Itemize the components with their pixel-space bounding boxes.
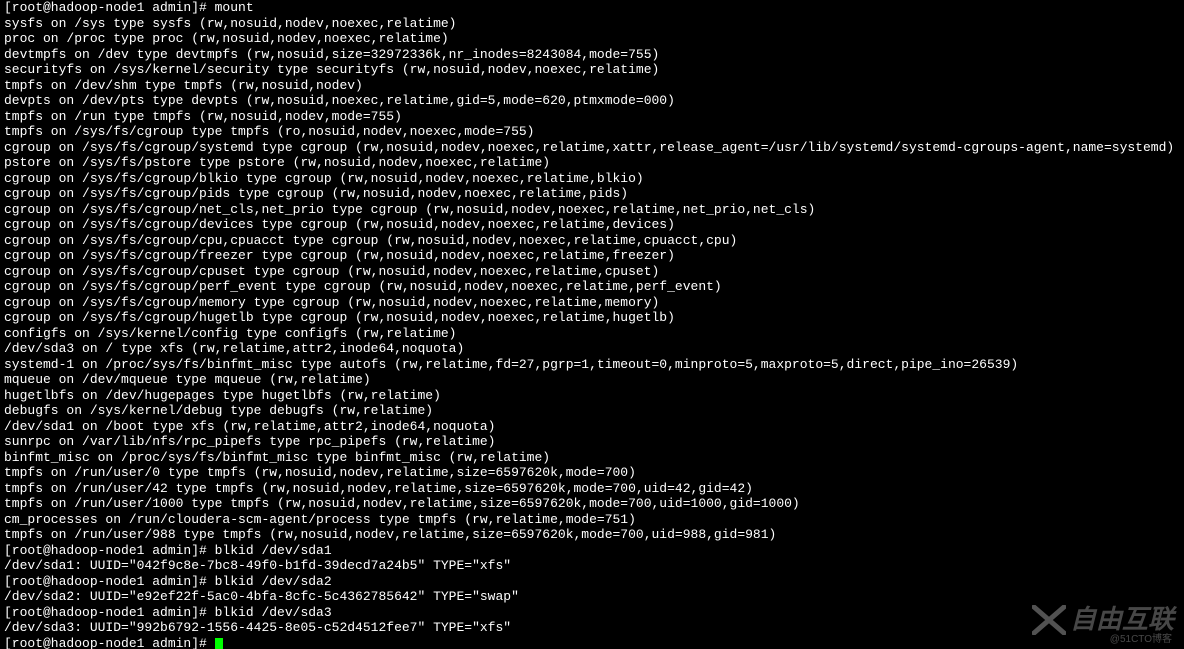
mount-output-line: tmpfs on /run/user/988 type tmpfs (rw,no… (4, 527, 1180, 543)
mount-output-line: debugfs on /sys/kernel/debug type debugf… (4, 403, 1180, 419)
mount-output-line: proc on /proc type proc (rw,nosuid,nodev… (4, 31, 1180, 47)
mount-output-line: cgroup on /sys/fs/cgroup/memory type cgr… (4, 295, 1180, 311)
mount-output-line: tmpfs on /sys/fs/cgroup type tmpfs (ro,n… (4, 124, 1180, 140)
mount-output-line: cgroup on /sys/fs/cgroup/systemd type cg… (4, 140, 1180, 156)
mount-output-line: pstore on /sys/fs/pstore type pstore (rw… (4, 155, 1180, 171)
mount-output-line: cgroup on /sys/fs/cgroup/cpu,cpuacct typ… (4, 233, 1180, 249)
mount-output-line: cgroup on /sys/fs/cgroup/net_cls,net_pri… (4, 202, 1180, 218)
prompt-blkid-sda2: [root@hadoop-node1 admin]# blkid /dev/sd… (4, 574, 1180, 590)
mount-output-line: cgroup on /sys/fs/cgroup/cpuset type cgr… (4, 264, 1180, 280)
mount-output-line: securityfs on /sys/kernel/security type … (4, 62, 1180, 78)
mount-output-line: cgroup on /sys/fs/cgroup/pids type cgrou… (4, 186, 1180, 202)
mount-output-line: cgroup on /sys/fs/cgroup/devices type cg… (4, 217, 1180, 233)
mount-output-line: sysfs on /sys type sysfs (rw,nosuid,node… (4, 16, 1180, 32)
blkid-output-sda1: /dev/sda1: UUID="042f9c8e-7bc8-49f0-b1fd… (4, 558, 1180, 574)
mount-output-line: cgroup on /sys/fs/cgroup/hugetlb type cg… (4, 310, 1180, 326)
prompt-mount: [root@hadoop-node1 admin]# mount (4, 0, 1180, 16)
mount-output-line: tmpfs on /run/user/42 type tmpfs (rw,nos… (4, 481, 1180, 497)
prompt-active[interactable]: [root@hadoop-node1 admin]# (4, 636, 1180, 649)
prompt-blkid-sda1: [root@hadoop-node1 admin]# blkid /dev/sd… (4, 543, 1180, 559)
mount-output-line: devtmpfs on /dev type devtmpfs (rw,nosui… (4, 47, 1180, 63)
prompt-blkid-sda3: [root@hadoop-node1 admin]# blkid /dev/sd… (4, 605, 1180, 621)
mount-output-line: cgroup on /sys/fs/cgroup/perf_event type… (4, 279, 1180, 295)
mount-output-line: tmpfs on /run/user/0 type tmpfs (rw,nosu… (4, 465, 1180, 481)
mount-output-line: cm_processes on /run/cloudera-scm-agent/… (4, 512, 1180, 528)
mount-output-line: tmpfs on /dev/shm type tmpfs (rw,nosuid,… (4, 78, 1180, 94)
mount-output-line: devpts on /dev/pts type devpts (rw,nosui… (4, 93, 1180, 109)
mount-output-line: configfs on /sys/kernel/config type conf… (4, 326, 1180, 342)
mount-output-line: sunrpc on /var/lib/nfs/rpc_pipefs type r… (4, 434, 1180, 450)
mount-output-line: binfmt_misc on /proc/sys/fs/binfmt_misc … (4, 450, 1180, 466)
mount-output-line: mqueue on /dev/mqueue type mqueue (rw,re… (4, 372, 1180, 388)
blkid-output-sda2: /dev/sda2: UUID="e92ef22f-5ac0-4bfa-8cfc… (4, 589, 1180, 605)
mount-output-line: cgroup on /sys/fs/cgroup/blkio type cgro… (4, 171, 1180, 187)
mount-output-line: hugetlbfs on /dev/hugepages type hugetlb… (4, 388, 1180, 404)
terminal-output[interactable]: [root@hadoop-node1 admin]# mountsysfs on… (0, 0, 1184, 649)
mount-output-line: tmpfs on /run type tmpfs (rw,nosuid,node… (4, 109, 1180, 125)
mount-output-line: /dev/sda3 on / type xfs (rw,relatime,att… (4, 341, 1180, 357)
mount-output-line: tmpfs on /run/user/1000 type tmpfs (rw,n… (4, 496, 1180, 512)
blkid-output-sda3: /dev/sda3: UUID="992b6792-1556-4425-8e05… (4, 620, 1180, 636)
mount-output-line: /dev/sda1 on /boot type xfs (rw,relatime… (4, 419, 1180, 435)
mount-output-line: cgroup on /sys/fs/cgroup/freezer type cg… (4, 248, 1180, 264)
mount-output-line: systemd-1 on /proc/sys/fs/binfmt_misc ty… (4, 357, 1180, 373)
cursor (215, 638, 223, 649)
